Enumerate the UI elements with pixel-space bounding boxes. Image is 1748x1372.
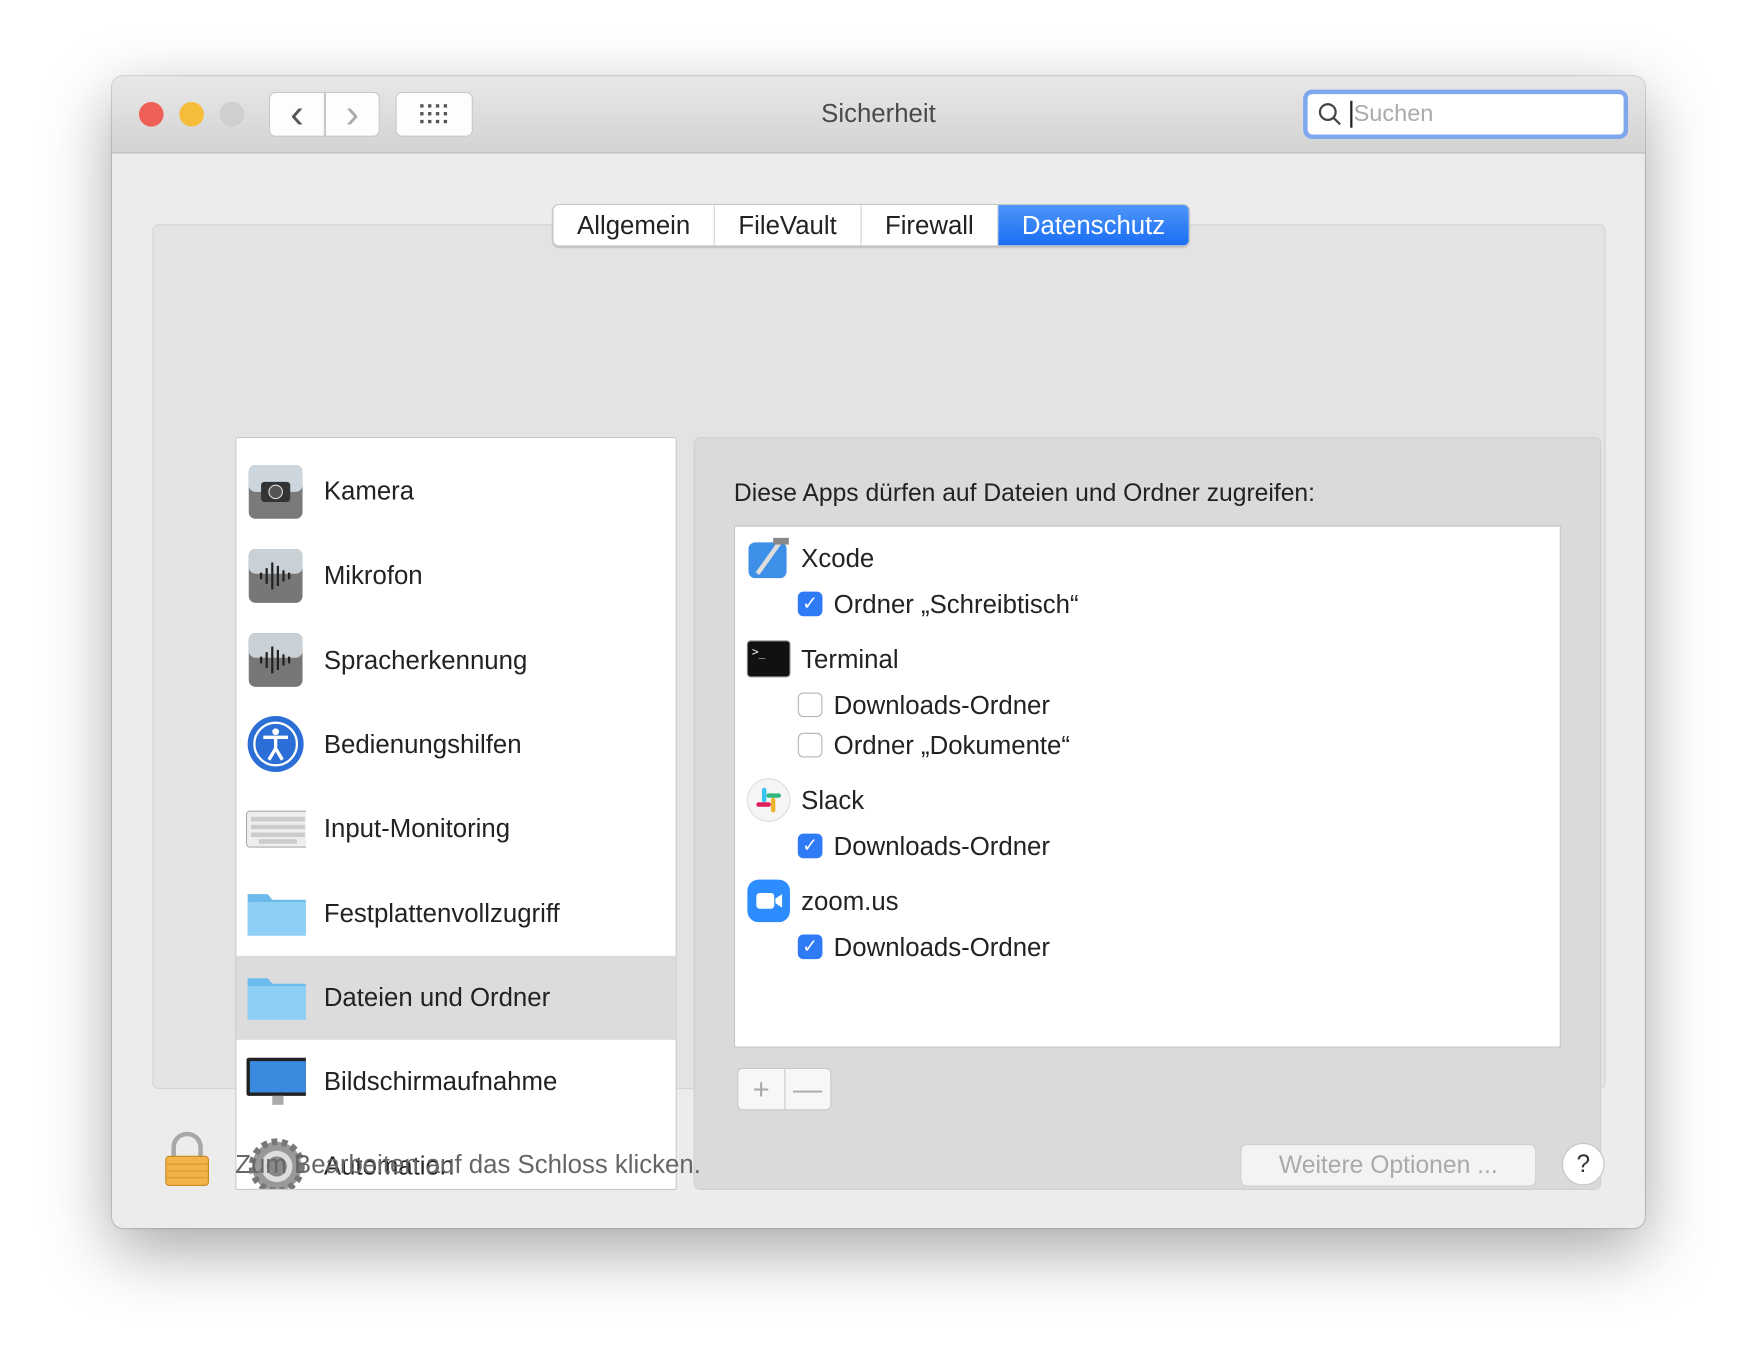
app-icon-Terminal: >_ bbox=[746, 636, 791, 681]
permission-row: ✓ Downloads-Ordner bbox=[797, 927, 1050, 967]
app-row[interactable]: Slack bbox=[735, 775, 864, 824]
sidebar-item[interactable]: Bildschirmaufnahme bbox=[236, 1040, 675, 1124]
app-row[interactable]: >_ Terminal bbox=[735, 634, 899, 683]
sidebar-item[interactable]: Spracherkennung bbox=[236, 618, 675, 702]
sidebar-item-label: Bedienungshilfen bbox=[323, 729, 522, 759]
keyboard-icon bbox=[245, 801, 306, 857]
panel-heading: Diese Apps dürfen auf Dateien und Ordner… bbox=[733, 478, 1315, 507]
sidebar-item[interactable]: Festplattenvollzugriff bbox=[236, 871, 675, 955]
more-options-button[interactable]: Weitere Optionen ... bbox=[1240, 1144, 1537, 1187]
tab-allgemein[interactable]: Allgemein bbox=[554, 205, 715, 246]
sidebar-item[interactable]: Input-Monitoring bbox=[236, 787, 675, 871]
sidebar-item-label: Spracherkennung bbox=[323, 644, 528, 675]
help-button[interactable]: ? bbox=[1561, 1142, 1605, 1186]
add-button[interactable]: + bbox=[738, 1068, 785, 1110]
sidebar-item-label: Kamera bbox=[323, 476, 415, 506]
svg-text:>_: >_ bbox=[752, 645, 766, 658]
search-input[interactable]: Suchen bbox=[1303, 89, 1629, 139]
sidebar-item-label: Dateien und Ordner bbox=[323, 982, 551, 1012]
tab-bar: Allgemein FileVault Firewall Datenschutz bbox=[552, 203, 1190, 247]
sidebar-item-label: Festplattenvollzugriff bbox=[323, 898, 560, 928]
lock-hint: Zum Bearbeiten auf das Schloss klicken. bbox=[235, 1149, 701, 1179]
app-name: zoom.us bbox=[801, 885, 899, 915]
permission-checkbox[interactable]: ✓ bbox=[797, 591, 823, 617]
tab-filevault[interactable]: FileVault bbox=[715, 205, 862, 246]
permission-label: Ordner „Schreibtisch“ bbox=[833, 588, 1079, 618]
search-placeholder: Suchen bbox=[1350, 100, 1433, 128]
sidebar-item[interactable]: Dateien und Ordner bbox=[236, 955, 676, 1040]
permission-checkbox[interactable] bbox=[797, 732, 823, 758]
app-name: Terminal bbox=[801, 643, 899, 673]
permission-row: ✓ Downloads-Ordner bbox=[797, 826, 1050, 866]
microphone-icon bbox=[245, 548, 306, 604]
lock-button[interactable] bbox=[164, 1131, 211, 1194]
preferences-window: ‹ › Sicherheit Suchen Kamera Mikrofon Spra… bbox=[112, 76, 1645, 1229]
app-row[interactable]: zoom.us bbox=[735, 876, 899, 925]
lock-icon bbox=[165, 1131, 209, 1187]
app-icon-Slack bbox=[746, 778, 791, 823]
display-icon bbox=[245, 1054, 306, 1110]
permission-label: Downloads-Ordner bbox=[833, 689, 1050, 719]
app-icon-Xcode bbox=[746, 536, 791, 581]
sidebar-item[interactable]: Bedienungshilfen bbox=[236, 702, 675, 786]
permission-checkbox[interactable]: ✓ bbox=[797, 934, 823, 960]
speech-icon bbox=[245, 632, 306, 688]
permission-row: ✓ Ordner „Schreibtisch“ bbox=[797, 584, 1079, 624]
app-icon-zoomus bbox=[746, 878, 791, 923]
add-remove-control: + — bbox=[737, 1067, 832, 1111]
permission-label: Downloads-Ordner bbox=[833, 931, 1050, 961]
camera-icon bbox=[245, 463, 306, 519]
folder-icon bbox=[245, 970, 306, 1026]
permission-checkbox[interactable] bbox=[797, 692, 823, 718]
permission-label: Downloads-Ordner bbox=[833, 830, 1050, 860]
permission-label: Ordner „Dokumente“ bbox=[833, 730, 1070, 760]
title-bar: ‹ › Sicherheit Suchen bbox=[112, 76, 1645, 154]
app-name: Xcode bbox=[801, 542, 875, 573]
tab-firewall[interactable]: Firewall bbox=[861, 205, 999, 246]
remove-button[interactable]: — bbox=[785, 1069, 830, 1109]
app-name: Slack bbox=[801, 784, 865, 815]
permission-row: Ordner „Dokumente“ bbox=[797, 725, 1070, 765]
content-box: Kamera Mikrofon Spracherkennung Bedienungsh… bbox=[152, 224, 1606, 1190]
privacy-category-list[interactable]: Kamera Mikrofon Spracherkennung Bedienungsh… bbox=[235, 436, 677, 1190]
tab-datenschutz[interactable]: Datenschutz bbox=[998, 205, 1189, 246]
sidebar-item[interactable]: Kamera bbox=[236, 449, 675, 533]
permissions-panel: Diese Apps dürfen auf Dateien und Ordner… bbox=[693, 436, 1602, 1190]
sidebar-item[interactable]: Mikrofon bbox=[236, 534, 675, 618]
search-icon bbox=[1318, 103, 1341, 126]
sidebar-item-label: Bildschirmaufnahme bbox=[323, 1066, 558, 1096]
app-permissions-list: Xcode ✓ Ordner „Schreibtisch“ >_ Terminal Dow… bbox=[733, 525, 1561, 1048]
accessibility-icon bbox=[245, 716, 306, 773]
folder-icon bbox=[245, 885, 306, 941]
permission-row: Downloads-Ordner bbox=[797, 685, 1050, 725]
app-row[interactable]: Xcode bbox=[735, 533, 874, 582]
sidebar-item-label: Mikrofon bbox=[323, 560, 423, 590]
permission-checkbox[interactable]: ✓ bbox=[797, 833, 823, 859]
sidebar-item-label: Input-Monitoring bbox=[323, 813, 511, 843]
